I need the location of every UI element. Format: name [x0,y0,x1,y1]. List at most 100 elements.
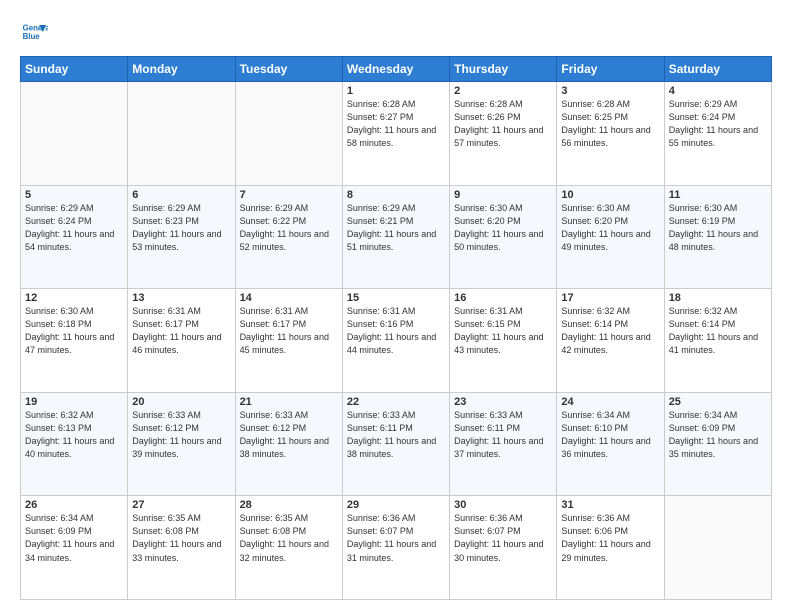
day-detail: Sunrise: 6:31 AM Sunset: 6:17 PM Dayligh… [132,305,230,357]
day-detail: Sunrise: 6:30 AM Sunset: 6:20 PM Dayligh… [561,202,659,254]
calendar-cell: 7Sunrise: 6:29 AM Sunset: 6:22 PM Daylig… [235,185,342,289]
day-number: 2 [454,85,552,97]
calendar-cell: 16Sunrise: 6:31 AM Sunset: 6:15 PM Dayli… [450,289,557,393]
calendar-cell: 12Sunrise: 6:30 AM Sunset: 6:18 PM Dayli… [21,289,128,393]
weekday-header-thursday: Thursday [450,57,557,82]
page: General Blue SundayMondayTuesdayWednesda… [0,0,792,612]
calendar-cell: 20Sunrise: 6:33 AM Sunset: 6:12 PM Dayli… [128,392,235,496]
day-number: 30 [454,499,552,511]
week-row-3: 12Sunrise: 6:30 AM Sunset: 6:18 PM Dayli… [21,289,772,393]
calendar-cell: 26Sunrise: 6:34 AM Sunset: 6:09 PM Dayli… [21,496,128,600]
day-detail: Sunrise: 6:29 AM Sunset: 6:23 PM Dayligh… [132,202,230,254]
calendar-cell: 10Sunrise: 6:30 AM Sunset: 6:20 PM Dayli… [557,185,664,289]
calendar-cell: 15Sunrise: 6:31 AM Sunset: 6:16 PM Dayli… [342,289,449,393]
day-number: 24 [561,396,659,408]
calendar-cell: 19Sunrise: 6:32 AM Sunset: 6:13 PM Dayli… [21,392,128,496]
day-number: 1 [347,85,445,97]
calendar-cell: 4Sunrise: 6:29 AM Sunset: 6:24 PM Daylig… [664,82,771,186]
day-detail: Sunrise: 6:29 AM Sunset: 6:24 PM Dayligh… [25,202,123,254]
day-number: 14 [240,292,338,304]
day-detail: Sunrise: 6:30 AM Sunset: 6:20 PM Dayligh… [454,202,552,254]
day-detail: Sunrise: 6:28 AM Sunset: 6:26 PM Dayligh… [454,98,552,150]
day-number: 7 [240,189,338,201]
day-number: 28 [240,499,338,511]
day-detail: Sunrise: 6:32 AM Sunset: 6:13 PM Dayligh… [25,409,123,461]
weekday-header-friday: Friday [557,57,664,82]
calendar-cell: 25Sunrise: 6:34 AM Sunset: 6:09 PM Dayli… [664,392,771,496]
calendar-cell: 6Sunrise: 6:29 AM Sunset: 6:23 PM Daylig… [128,185,235,289]
calendar-cell: 3Sunrise: 6:28 AM Sunset: 6:25 PM Daylig… [557,82,664,186]
day-number: 21 [240,396,338,408]
day-number: 5 [25,189,123,201]
day-number: 17 [561,292,659,304]
day-number: 12 [25,292,123,304]
weekday-header-tuesday: Tuesday [235,57,342,82]
week-row-2: 5Sunrise: 6:29 AM Sunset: 6:24 PM Daylig… [21,185,772,289]
calendar-cell: 14Sunrise: 6:31 AM Sunset: 6:17 PM Dayli… [235,289,342,393]
svg-text:Blue: Blue [23,32,41,41]
calendar-cell: 5Sunrise: 6:29 AM Sunset: 6:24 PM Daylig… [21,185,128,289]
logo-icon: General Blue [20,18,48,46]
calendar-cell [21,82,128,186]
calendar-cell: 8Sunrise: 6:29 AM Sunset: 6:21 PM Daylig… [342,185,449,289]
day-number: 10 [561,189,659,201]
calendar-cell: 11Sunrise: 6:30 AM Sunset: 6:19 PM Dayli… [664,185,771,289]
day-detail: Sunrise: 6:33 AM Sunset: 6:11 PM Dayligh… [454,409,552,461]
day-number: 20 [132,396,230,408]
calendar-cell: 1Sunrise: 6:28 AM Sunset: 6:27 PM Daylig… [342,82,449,186]
weekday-header-wednesday: Wednesday [342,57,449,82]
logo: General Blue [20,18,52,46]
calendar-cell: 9Sunrise: 6:30 AM Sunset: 6:20 PM Daylig… [450,185,557,289]
day-number: 3 [561,85,659,97]
day-detail: Sunrise: 6:30 AM Sunset: 6:18 PM Dayligh… [25,305,123,357]
calendar-cell: 2Sunrise: 6:28 AM Sunset: 6:26 PM Daylig… [450,82,557,186]
day-detail: Sunrise: 6:34 AM Sunset: 6:09 PM Dayligh… [669,409,767,461]
calendar-cell: 31Sunrise: 6:36 AM Sunset: 6:06 PM Dayli… [557,496,664,600]
week-row-1: 1Sunrise: 6:28 AM Sunset: 6:27 PM Daylig… [21,82,772,186]
day-number: 31 [561,499,659,511]
day-detail: Sunrise: 6:30 AM Sunset: 6:19 PM Dayligh… [669,202,767,254]
day-detail: Sunrise: 6:32 AM Sunset: 6:14 PM Dayligh… [669,305,767,357]
calendar-cell: 21Sunrise: 6:33 AM Sunset: 6:12 PM Dayli… [235,392,342,496]
day-detail: Sunrise: 6:36 AM Sunset: 6:07 PM Dayligh… [347,512,445,564]
day-detail: Sunrise: 6:33 AM Sunset: 6:11 PM Dayligh… [347,409,445,461]
calendar-cell: 18Sunrise: 6:32 AM Sunset: 6:14 PM Dayli… [664,289,771,393]
day-number: 16 [454,292,552,304]
day-detail: Sunrise: 6:31 AM Sunset: 6:15 PM Dayligh… [454,305,552,357]
calendar-cell: 28Sunrise: 6:35 AM Sunset: 6:08 PM Dayli… [235,496,342,600]
day-detail: Sunrise: 6:28 AM Sunset: 6:27 PM Dayligh… [347,98,445,150]
calendar-table: SundayMondayTuesdayWednesdayThursdayFrid… [20,56,772,600]
calendar-cell: 24Sunrise: 6:34 AM Sunset: 6:10 PM Dayli… [557,392,664,496]
day-detail: Sunrise: 6:33 AM Sunset: 6:12 PM Dayligh… [132,409,230,461]
day-number: 23 [454,396,552,408]
calendar-cell: 29Sunrise: 6:36 AM Sunset: 6:07 PM Dayli… [342,496,449,600]
day-number: 6 [132,189,230,201]
day-detail: Sunrise: 6:28 AM Sunset: 6:25 PM Dayligh… [561,98,659,150]
day-number: 9 [454,189,552,201]
day-number: 25 [669,396,767,408]
day-detail: Sunrise: 6:34 AM Sunset: 6:09 PM Dayligh… [25,512,123,564]
day-number: 22 [347,396,445,408]
day-number: 27 [132,499,230,511]
day-detail: Sunrise: 6:34 AM Sunset: 6:10 PM Dayligh… [561,409,659,461]
day-number: 4 [669,85,767,97]
week-row-4: 19Sunrise: 6:32 AM Sunset: 6:13 PM Dayli… [21,392,772,496]
calendar-cell: 22Sunrise: 6:33 AM Sunset: 6:11 PM Dayli… [342,392,449,496]
day-detail: Sunrise: 6:33 AM Sunset: 6:12 PM Dayligh… [240,409,338,461]
day-number: 13 [132,292,230,304]
calendar-cell: 27Sunrise: 6:35 AM Sunset: 6:08 PM Dayli… [128,496,235,600]
day-detail: Sunrise: 6:36 AM Sunset: 6:07 PM Dayligh… [454,512,552,564]
calendar-cell: 13Sunrise: 6:31 AM Sunset: 6:17 PM Dayli… [128,289,235,393]
day-detail: Sunrise: 6:29 AM Sunset: 6:22 PM Dayligh… [240,202,338,254]
day-number: 18 [669,292,767,304]
header: General Blue [20,18,772,46]
day-detail: Sunrise: 6:31 AM Sunset: 6:16 PM Dayligh… [347,305,445,357]
day-number: 26 [25,499,123,511]
weekday-header-sunday: Sunday [21,57,128,82]
day-detail: Sunrise: 6:35 AM Sunset: 6:08 PM Dayligh… [240,512,338,564]
day-number: 29 [347,499,445,511]
day-detail: Sunrise: 6:32 AM Sunset: 6:14 PM Dayligh… [561,305,659,357]
day-detail: Sunrise: 6:36 AM Sunset: 6:06 PM Dayligh… [561,512,659,564]
weekday-header-monday: Monday [128,57,235,82]
day-number: 19 [25,396,123,408]
